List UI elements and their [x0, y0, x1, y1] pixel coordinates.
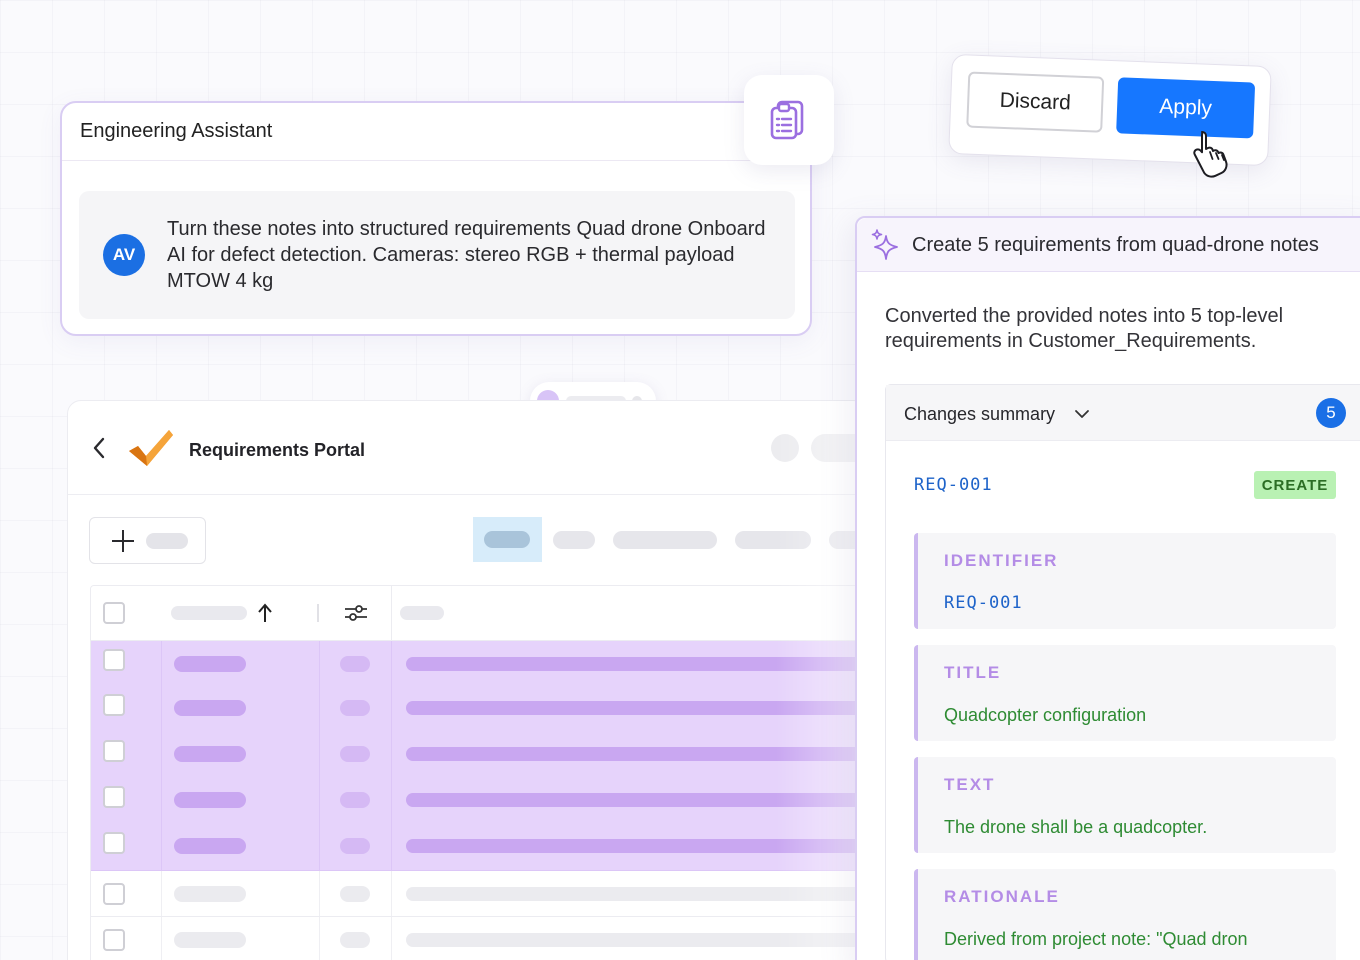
summary-header: Create 5 requirements from quad-drone no…: [857, 218, 1360, 272]
table-row[interactable]: [91, 825, 866, 871]
plus-icon: [112, 530, 134, 552]
clipboard-button[interactable]: [744, 75, 834, 165]
cell-placeholder: [406, 933, 866, 947]
field-value: Derived from project note: "Quad dron: [944, 929, 1248, 949]
cell-placeholder: [174, 656, 246, 672]
cell-placeholder: [340, 792, 370, 808]
chevron-left-icon[interactable]: [92, 437, 106, 459]
sliders-icon[interactable]: [344, 603, 368, 623]
cell-placeholder: [174, 746, 246, 762]
filter-chip[interactable]: [613, 531, 717, 549]
table-row[interactable]: [91, 733, 866, 779]
cell-placeholder: [406, 657, 866, 671]
filter-chip-active[interactable]: [473, 517, 542, 562]
cell-placeholder: [406, 793, 866, 807]
requirements-portal: Requirements Portal: [67, 400, 867, 960]
filter-chip[interactable]: [735, 531, 811, 549]
changes-summary-toggle[interactable]: Changes summary 5: [886, 385, 1360, 441]
table-row[interactable]: [91, 687, 866, 733]
cell-placeholder: [406, 747, 866, 761]
sparkle-icon: [871, 229, 898, 260]
changes-count-badge: 5: [1316, 398, 1346, 428]
cell-placeholder: [406, 887, 866, 901]
row-checkbox[interactable]: [103, 929, 125, 951]
cell-placeholder: [174, 792, 246, 808]
field-label: IDENTIFIER: [944, 551, 1059, 570]
table-row[interactable]: [91, 917, 866, 960]
cell-placeholder: [174, 838, 246, 854]
changes-summary-label: Changes summary: [904, 404, 1056, 424]
cell-placeholder: [174, 886, 246, 902]
column-divider: [317, 604, 319, 622]
field-rationale: RATIONALE Derived from project note: "Qu…: [914, 869, 1336, 960]
summary-panel: Create 5 requirements from quad-drone no…: [855, 216, 1360, 960]
avatar: AV: [103, 234, 145, 276]
cell-placeholder: [340, 746, 370, 762]
portal-header: Requirements Portal: [68, 401, 866, 495]
cell-placeholder: [340, 656, 370, 672]
field-value: Quadcopter configuration: [944, 705, 1147, 725]
field-label: TEXT: [944, 775, 996, 794]
field-identifier: IDENTIFIER REQ-001: [914, 533, 1336, 629]
create-badge: CREATE: [1254, 471, 1336, 499]
cell-placeholder: [340, 886, 370, 902]
field-value: The drone shall be a quadcopter.: [944, 817, 1208, 837]
checkmark-logo-icon: [129, 430, 173, 466]
clipboard-icon: [770, 100, 804, 140]
cell-placeholder: [340, 838, 370, 854]
message-text: Turn these notes into structured require…: [167, 218, 766, 292]
cell-placeholder: [174, 700, 246, 716]
user-message: AV Turn these notes into structured requ…: [79, 191, 795, 319]
filter-chip[interactable]: [553, 531, 595, 549]
row-checkbox[interactable]: [103, 740, 125, 762]
field-text: TEXT The drone shall be a quadcopter.: [914, 757, 1336, 853]
chevron-down-icon: [1075, 410, 1089, 418]
filter-chip-placeholder: [484, 531, 530, 548]
field-label: RATIONALE: [944, 887, 1060, 906]
cell-placeholder: [406, 701, 866, 715]
column-header-placeholder: [171, 606, 247, 620]
portal-title: Requirements Portal: [189, 440, 366, 460]
field-label: TITLE: [944, 663, 1002, 682]
add-button[interactable]: [89, 517, 206, 564]
table-row[interactable]: [91, 641, 866, 687]
table-row[interactable]: [91, 871, 866, 917]
summary-description: Converted the provided notes into 5 top-…: [885, 305, 1284, 352]
assistant-card: Engineering Assistant AV Turn these note…: [60, 101, 812, 336]
cell-placeholder: [340, 700, 370, 716]
summary-title: Create 5 requirements from quad-drone no…: [912, 234, 1319, 256]
header-avatar-placeholder: [771, 434, 799, 462]
field-value: REQ-001: [944, 593, 1023, 613]
select-all-checkbox[interactable]: [103, 602, 125, 624]
row-checkbox[interactable]: [103, 832, 125, 854]
column-divider: [391, 586, 392, 640]
row-checkbox[interactable]: [103, 883, 125, 905]
cell-placeholder: [340, 932, 370, 948]
discard-button[interactable]: Discard: [966, 71, 1105, 133]
row-checkbox[interactable]: [103, 694, 125, 716]
requirements-table: [90, 585, 866, 960]
field-title: TITLE Quadcopter configuration: [914, 645, 1336, 741]
changes-summary: Changes summary 5 REQ-001 CREATE IDENTIF…: [885, 384, 1360, 960]
table-header: [91, 586, 866, 641]
cell-placeholder: [174, 932, 246, 948]
hand-pointer-icon: [1193, 131, 1228, 178]
add-label-placeholder: [146, 533, 188, 549]
column-header-placeholder: [400, 606, 444, 620]
requirement-id[interactable]: REQ-001: [914, 475, 993, 495]
table-row[interactable]: [91, 779, 866, 825]
arrow-up-icon[interactable]: [257, 603, 273, 623]
row-checkbox[interactable]: [103, 786, 125, 808]
assistant-title: Engineering Assistant: [62, 103, 810, 161]
cell-placeholder: [406, 839, 866, 853]
row-checkbox[interactable]: [103, 649, 125, 671]
